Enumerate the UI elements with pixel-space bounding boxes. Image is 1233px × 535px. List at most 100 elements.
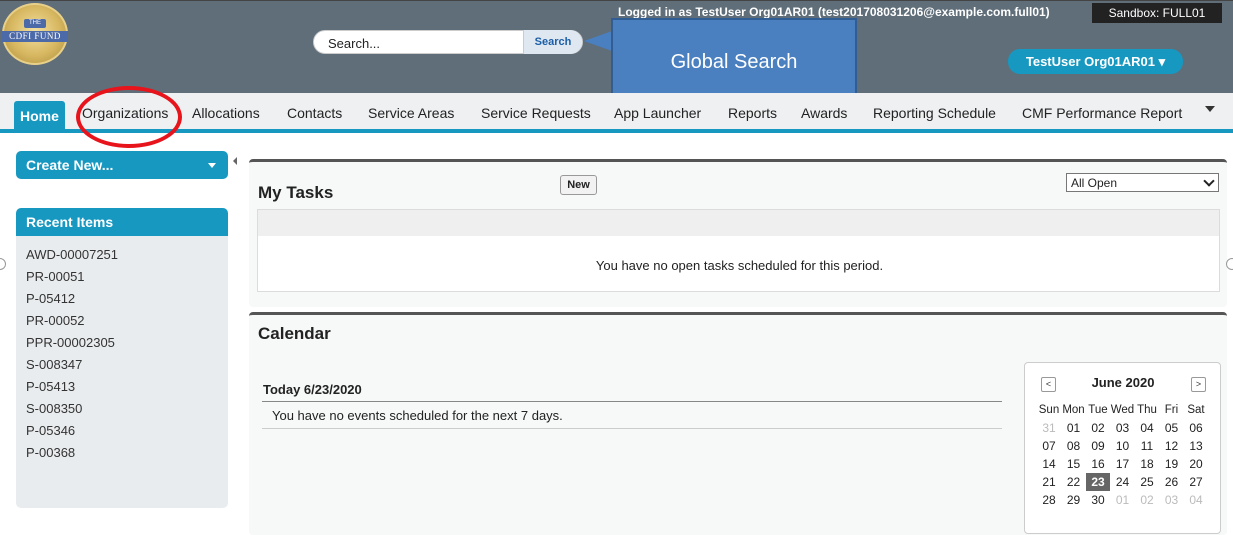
recent-items-list: AWD-00007251 PR-00051 P-05412 PR-00052 P…: [16, 236, 228, 508]
recent-item[interactable]: PR-00051: [26, 266, 85, 288]
splitter-grip-icon[interactable]: [0, 258, 6, 270]
sidebar-collapse-handle[interactable]: [232, 151, 240, 171]
recent-item[interactable]: S-008350: [26, 398, 82, 420]
tasks-header-row: [257, 209, 1220, 237]
recent-item[interactable]: P-05412: [26, 288, 75, 310]
weekday-label: Fri: [1164, 404, 1179, 416]
cdfi-fund-logo[interactable]: THE CDFI FUND: [2, 3, 68, 65]
mini-calendar-month: June 2020: [1091, 375, 1155, 390]
calendar-day[interactable]: 02: [1086, 419, 1110, 437]
global-search-callout: Global Search: [611, 18, 857, 98]
calendar-day[interactable]: 28: [1037, 491, 1061, 509]
recent-item[interactable]: PR-00052: [26, 310, 85, 332]
calendar-day[interactable]: 27: [1184, 473, 1208, 491]
tasks-empty-message: You have no open tasks scheduled for thi…: [595, 258, 884, 273]
create-new-button[interactable]: Create New...: [16, 151, 228, 179]
recent-item[interactable]: AWD-00007251: [26, 244, 118, 266]
calendar-day[interactable]: 10: [1111, 437, 1135, 455]
task-filter-value: All Open: [1071, 176, 1118, 190]
new-task-button[interactable]: New: [560, 175, 597, 195]
calendar-day[interactable]: 24: [1111, 473, 1135, 491]
calendar-day[interactable]: 23: [1086, 473, 1110, 491]
calendar-day[interactable]: 01: [1062, 419, 1086, 437]
weekday-label: Mon: [1062, 404, 1085, 416]
chevron-down-icon: [1203, 175, 1215, 187]
calendar-day[interactable]: 17: [1111, 455, 1135, 473]
calendar-day[interactable]: 06: [1184, 419, 1208, 437]
recent-item[interactable]: P-00368: [26, 442, 75, 464]
calendar-day[interactable]: 12: [1160, 437, 1184, 455]
recent-item[interactable]: P-05413: [26, 376, 75, 398]
recent-item[interactable]: PPR-00002305: [26, 332, 115, 354]
callout-arrow: [584, 31, 612, 51]
calendar-day[interactable]: 15: [1062, 455, 1086, 473]
calendar-day[interactable]: 25: [1135, 473, 1159, 491]
create-new-label: Create New...: [26, 157, 114, 173]
calendar-day[interactable]: 18: [1135, 455, 1159, 473]
tab-allocations[interactable]: Allocations: [192, 99, 260, 127]
sandbox-badge: Sandbox: FULL01: [1092, 3, 1222, 23]
calendar-day[interactable]: 11: [1135, 437, 1159, 455]
splitter-grip-icon[interactable]: [1226, 258, 1233, 270]
recent-item[interactable]: P-05346: [26, 420, 75, 442]
calendar-day[interactable]: 05: [1160, 419, 1184, 437]
tab-awards[interactable]: Awards: [801, 99, 847, 127]
calendar-day[interactable]: 07: [1037, 437, 1061, 455]
user-menu-button[interactable]: TestUser Org01AR01 ▾: [1008, 49, 1183, 74]
tab-cmf-performance-report[interactable]: CMF Performance Report: [1022, 99, 1182, 127]
calendar-day[interactable]: 02: [1135, 491, 1159, 509]
mini-calendar: < June 2020 > Sun Mon Tue Wed Thu Fri Sat 31 01 0…: [1024, 362, 1221, 534]
logo-top-text: THE: [24, 19, 46, 28]
tab-reports[interactable]: Reports: [728, 99, 777, 127]
calendar-day[interactable]: 04: [1184, 491, 1208, 509]
divider: [262, 401, 1002, 402]
calendar-day[interactable]: 21: [1037, 473, 1061, 491]
weekday-label: Wed: [1110, 404, 1135, 416]
calendar-day[interactable]: 01: [1111, 491, 1135, 509]
calendar-title: Calendar: [258, 324, 331, 343]
calendar-day[interactable]: 19: [1160, 455, 1184, 473]
app-header: THE CDFI FUND Logged in as TestUser Org0…: [0, 0, 1233, 98]
tab-service-requests[interactable]: Service Requests: [481, 99, 591, 127]
tab-app-launcher[interactable]: App Launcher: [614, 99, 701, 127]
tab-bar: Home Organizations Allocations Contacts …: [0, 93, 1233, 133]
weekday-label: Sun: [1038, 404, 1060, 416]
calendar-day[interactable]: 26: [1160, 473, 1184, 491]
prev-month-icon[interactable]: <: [1041, 377, 1056, 392]
tasks-body: You have no open tasks scheduled for thi…: [257, 236, 1220, 292]
calendar-day[interactable]: 04: [1135, 419, 1159, 437]
recent-items-header: Recent Items: [16, 208, 228, 236]
recent-item[interactable]: S-008347: [26, 354, 82, 376]
calendar-day[interactable]: 14: [1037, 455, 1061, 473]
tab-contacts[interactable]: Contacts: [287, 99, 342, 127]
calendar-day[interactable]: 30: [1086, 491, 1110, 509]
more-tabs-chevron-icon[interactable]: [1205, 106, 1215, 112]
weekday-label: Tue: [1088, 404, 1108, 416]
logo-ribbon-text: CDFI FUND: [2, 31, 68, 42]
search-button[interactable]: Search: [523, 30, 582, 54]
calendar-day[interactable]: 31: [1037, 419, 1061, 437]
calendar-day[interactable]: 09: [1086, 437, 1110, 455]
today-label: Today 6/23/2020: [263, 382, 362, 397]
caret-down-icon: [208, 163, 216, 168]
calendar-day[interactable]: 03: [1160, 491, 1184, 509]
calendar-day[interactable]: 03: [1111, 419, 1135, 437]
annotation-circle: [76, 86, 182, 148]
tab-reporting-schedule[interactable]: Reporting Schedule: [873, 99, 996, 127]
tab-home[interactable]: Home: [14, 101, 65, 131]
calendar-day[interactable]: 13: [1184, 437, 1208, 455]
calendar-day[interactable]: 20: [1184, 455, 1208, 473]
my-tasks-title: My Tasks: [258, 183, 334, 202]
search-input[interactable]: [314, 31, 540, 55]
no-events-message: You have no events scheduled for the nex…: [272, 408, 563, 423]
calendar-day[interactable]: 22: [1062, 473, 1086, 491]
divider: [262, 428, 1002, 429]
global-search-box: Search: [313, 30, 583, 55]
task-filter-select[interactable]: All Open: [1066, 173, 1219, 192]
weekday-label: Thu: [1137, 404, 1157, 416]
calendar-day[interactable]: 08: [1062, 437, 1086, 455]
tab-service-areas[interactable]: Service Areas: [368, 99, 454, 127]
next-month-icon[interactable]: >: [1191, 377, 1206, 392]
calendar-day[interactable]: 16: [1086, 455, 1110, 473]
calendar-day[interactable]: 29: [1062, 491, 1086, 509]
